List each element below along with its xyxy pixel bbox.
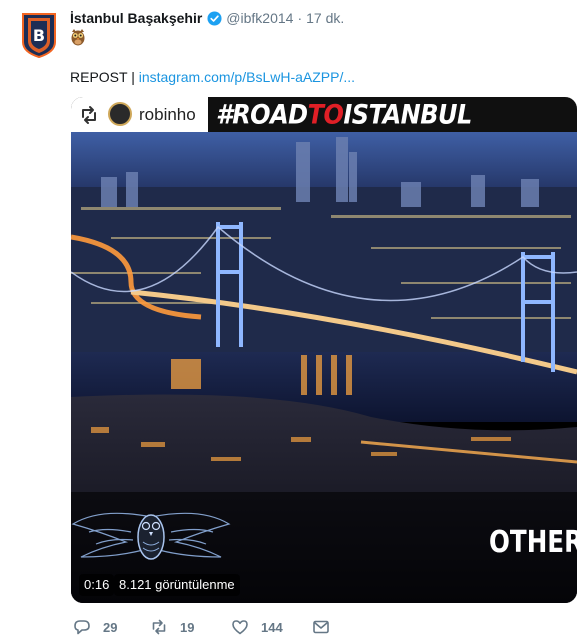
instagram-avatar — [108, 102, 132, 126]
repost-icon — [82, 106, 96, 124]
reply-button[interactable]: 29 — [73, 616, 117, 638]
like-button[interactable]: 144 — [231, 616, 283, 638]
banner-part-to: TO — [307, 99, 344, 131]
tweet-header: İstanbul Başakşehir @ibfk2014 · 17 dk. — [70, 9, 344, 27]
tweet-actions: 29 19 144 — [70, 616, 370, 638]
author-name[interactable]: İstanbul Başakşehir — [70, 9, 202, 27]
banner-part-road: #ROAD — [216, 99, 308, 131]
tweet-text: REPOST | instagram.com/p/BsLwH-aAZPP/... — [70, 67, 355, 87]
instagram-username: robinho — [139, 105, 196, 124]
envelope-icon — [313, 620, 329, 634]
video-player[interactable]: robinho #ROADTOISTANBUL OTHERS 0:16 8.12… — [71, 97, 577, 603]
retweet-button[interactable]: 19 — [150, 616, 194, 638]
like-count: 144 — [261, 619, 283, 635]
video-overlay-text: OTHERS — [489, 525, 577, 560]
repost-bar: robinho #ROADTOISTANBUL — [71, 97, 577, 132]
owl-logo-icon — [71, 512, 231, 560]
banner-part-istanbul: ISTANBUL — [343, 99, 472, 131]
author-handle[interactable]: @ibfk2014 — [226, 9, 293, 27]
tweet: B İstanbul Başakşehir @ibfk2014 · 17 dk.… — [0, 0, 586, 643]
retweet-count: 19 — [180, 619, 195, 635]
reply-count: 29 — [103, 619, 118, 635]
separator-dot: · — [297, 10, 303, 26]
club-avatar[interactable]: B — [20, 12, 58, 58]
owl-emoji-icon — [71, 29, 85, 46]
reply-icon — [74, 620, 90, 635]
video-duration: 0:16 — [79, 574, 115, 596]
road-to-istanbul-banner: #ROADTOISTANBUL — [208, 97, 577, 132]
heart-icon — [232, 620, 248, 635]
retweet-icon — [152, 619, 166, 635]
verified-badge-icon — [207, 10, 222, 26]
banner-text: #ROADTOISTANBUL — [216, 99, 472, 130]
video-view-count: 8.121 görüntülenme — [114, 574, 240, 596]
direct-message-button[interactable] — [312, 616, 330, 638]
instagram-link[interactable]: instagram.com/p/BsLwH-aAZPP/... — [139, 69, 355, 85]
tweet-timestamp[interactable]: 17 dk. — [306, 9, 344, 27]
svg-text:B: B — [33, 26, 45, 45]
repost-label: REPOST | — [70, 69, 135, 85]
